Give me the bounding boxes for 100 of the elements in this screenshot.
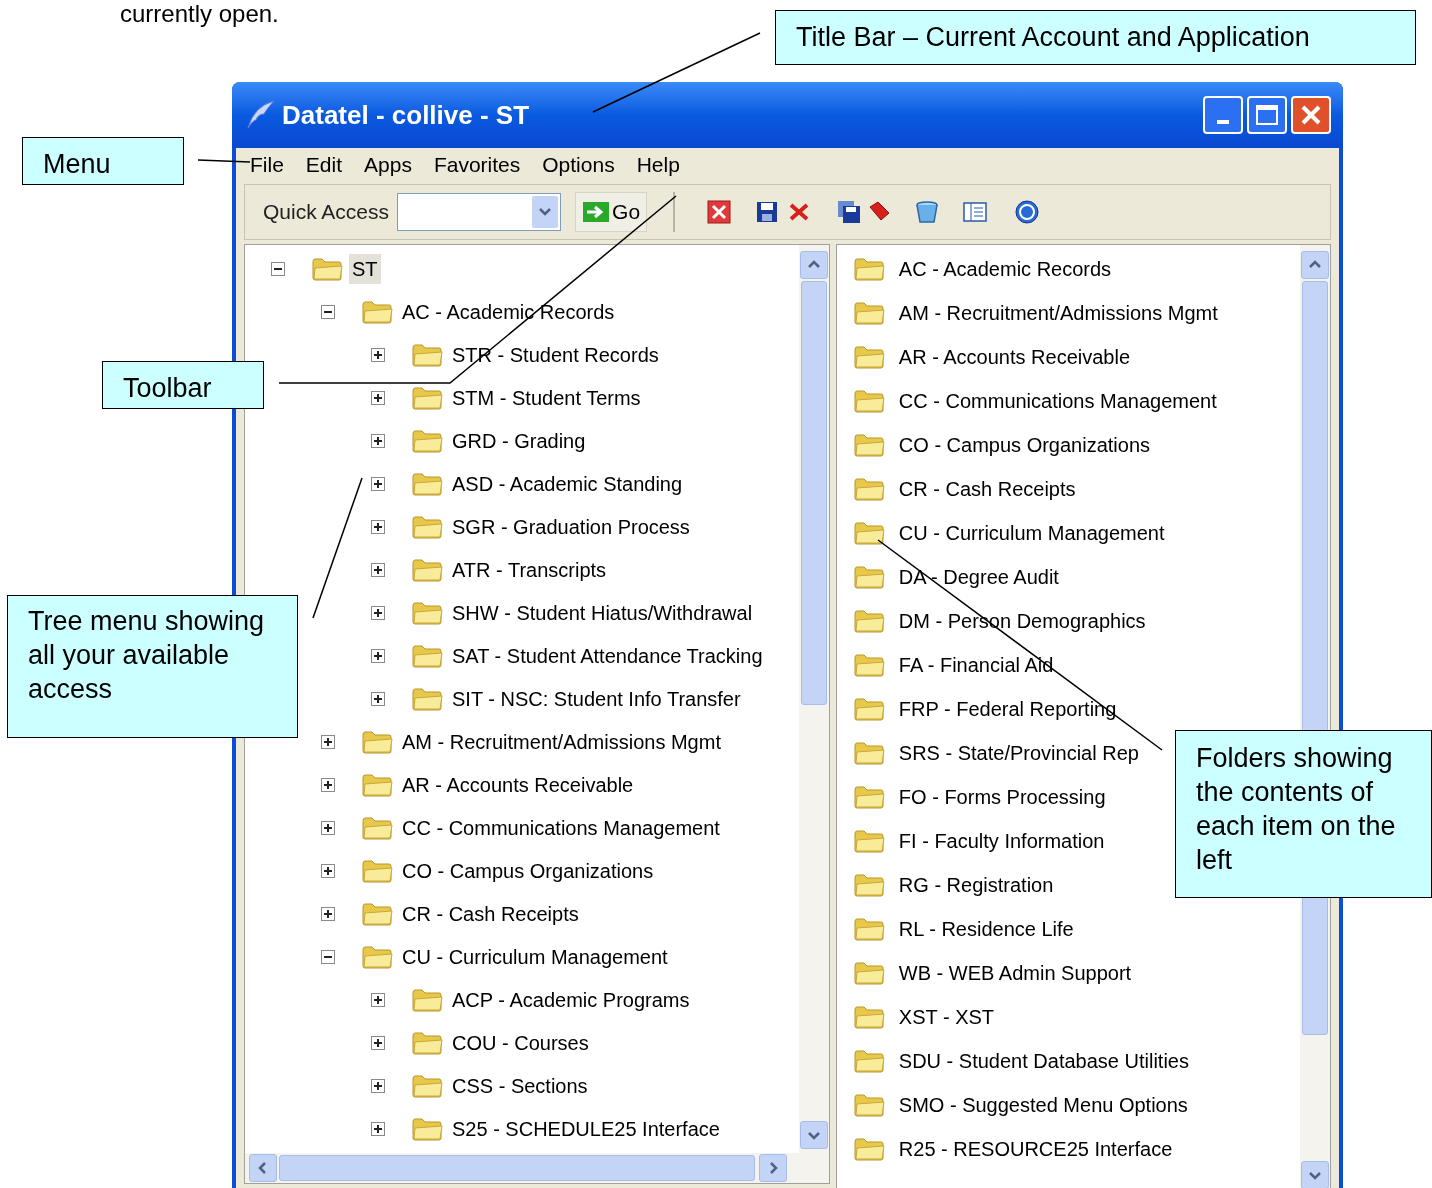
folder-item[interactable]: R25 - RESOURCE25 Interface xyxy=(898,1134,1173,1164)
folder-item[interactable]: DA - Degree Audit xyxy=(898,562,1059,592)
go-button[interactable]: Go xyxy=(575,192,648,232)
folder-item[interactable]: SRS - State/Provincial Rep xyxy=(898,738,1139,768)
folder-icon xyxy=(852,257,885,281)
folder-icon xyxy=(852,1137,885,1161)
quick-access-combo[interactable] xyxy=(397,193,562,231)
folder-item[interactable]: FI - Faculty Information xyxy=(898,826,1105,856)
callout-tooltip: Folders showing the contents of each item on the left xyxy=(1175,730,1432,898)
folder-icon xyxy=(411,987,443,1012)
expand-toggle[interactable] xyxy=(371,1121,385,1136)
tree-item[interactable]: GRD - Grading xyxy=(449,425,589,456)
collapse-toggle[interactable] xyxy=(321,949,335,964)
folder-item[interactable]: AC - Academic Records xyxy=(898,254,1112,284)
menu-item[interactable]: Edit xyxy=(305,149,343,181)
tree-item[interactable]: CO - Campus Organizations xyxy=(399,855,657,886)
tree-item[interactable]: COU - Courses xyxy=(449,1027,592,1058)
folder-item[interactable]: CU - Curriculum Management xyxy=(898,518,1165,548)
expand-toggle[interactable] xyxy=(321,777,335,792)
menu-item[interactable]: Help xyxy=(636,149,680,181)
tree-item[interactable]: ATR - Transcripts xyxy=(449,554,610,585)
folder-item[interactable]: XST - XST xyxy=(898,1002,995,1032)
menu-item[interactable]: Favorites xyxy=(433,149,521,181)
tree-item[interactable]: AM - Recruitment/Admissions Mgmt xyxy=(399,726,724,757)
folder-icon xyxy=(852,609,885,633)
folder-item[interactable]: FA - Financial Aid xyxy=(898,650,1054,680)
expand-toggle[interactable] xyxy=(321,820,335,835)
folder-icon xyxy=(411,1073,443,1098)
tree-item[interactable]: CR - Cash Receipts xyxy=(399,898,582,929)
help-icon[interactable] xyxy=(1013,198,1042,226)
close-box-icon[interactable] xyxy=(705,198,734,226)
folder-icon xyxy=(411,643,443,668)
callout-tooltip: Tree menu showing all your available access xyxy=(7,595,298,738)
menu-item[interactable]: Apps xyxy=(364,149,412,181)
collapse-toggle[interactable] xyxy=(321,304,335,319)
folder-item[interactable]: SDU - Student Database Utilities xyxy=(898,1046,1189,1076)
folder-icon xyxy=(411,385,443,410)
folder-item[interactable]: AR - Accounts Receivable xyxy=(898,342,1131,372)
menu-item[interactable]: File xyxy=(250,149,284,181)
folder-item[interactable]: RL - Residence Life xyxy=(898,914,1074,944)
expand-toggle[interactable] xyxy=(321,863,335,878)
body-text: currently open. xyxy=(120,0,279,28)
tree-item[interactable]: ASD - Academic Standing xyxy=(449,468,686,499)
expand-toggle[interactable] xyxy=(371,1078,385,1093)
tree-item[interactable]: SHW - Student Hiatus/Withdrawal xyxy=(449,597,756,628)
folder-item[interactable]: SMO - Suggested Menu Options xyxy=(898,1090,1188,1120)
folder-icon xyxy=(852,1093,885,1117)
tree-item[interactable]: CU - Curriculum Management xyxy=(399,941,671,972)
folder-icon xyxy=(852,741,885,765)
callout-tooltip: Menu xyxy=(22,137,184,185)
maximize-button[interactable] xyxy=(1247,96,1287,134)
tree-item[interactable]: SGR - Graduation Process xyxy=(449,511,693,542)
expand-toggle[interactable] xyxy=(371,519,385,534)
expand-toggle[interactable] xyxy=(371,562,385,577)
expand-toggle[interactable] xyxy=(321,734,335,749)
folder-item[interactable]: FO - Forms Processing xyxy=(898,782,1106,812)
tree-item[interactable]: S25 - SCHEDULE25 Interface xyxy=(449,1113,723,1144)
collapse-toggle[interactable] xyxy=(271,261,285,276)
folder-icon xyxy=(361,729,393,754)
tree-item[interactable]: CC - Communications Management xyxy=(399,812,723,843)
expand-toggle[interactable] xyxy=(371,992,385,1007)
tree-item[interactable]: ST xyxy=(349,253,381,284)
expand-toggle[interactable] xyxy=(371,476,385,491)
tree-item[interactable]: SIT - NSC: Student Info Transfer xyxy=(449,683,744,714)
folder-icon xyxy=(852,785,885,809)
scroll-down-button[interactable] xyxy=(799,1121,828,1149)
scroll-up-button[interactable] xyxy=(799,251,828,279)
folder-item[interactable]: CO - Campus Organizations xyxy=(898,430,1151,460)
scroll-down-button[interactable] xyxy=(1301,1161,1329,1188)
expand-toggle[interactable] xyxy=(371,605,385,620)
folder-item[interactable]: WB - WEB Admin Support xyxy=(898,958,1132,988)
scroll-thumb[interactable] xyxy=(279,1155,755,1181)
folder-icon xyxy=(852,1049,885,1073)
expand-toggle[interactable] xyxy=(371,390,385,405)
tree-item[interactable]: STM - Student Terms xyxy=(449,382,644,413)
folder-icon xyxy=(361,299,393,324)
minimize-button[interactable] xyxy=(1203,96,1243,134)
tree-item[interactable]: ACP - Academic Programs xyxy=(449,984,693,1015)
tree-item[interactable]: CSS - Sections xyxy=(449,1070,591,1101)
close-button[interactable] xyxy=(1291,96,1331,134)
menu-item[interactable]: Options xyxy=(542,149,615,181)
scroll-thumb[interactable] xyxy=(800,281,827,705)
folder-item[interactable]: RG - Registration xyxy=(898,870,1054,900)
tree-item[interactable]: AC - Academic Records xyxy=(399,296,618,327)
scroll-right-button[interactable] xyxy=(759,1154,787,1182)
folder-icon xyxy=(852,697,885,721)
expand-toggle[interactable] xyxy=(371,648,385,663)
folder-item[interactable]: CC - Communications Management xyxy=(898,386,1217,416)
tree-item[interactable]: SAT - Student Attendance Tracking xyxy=(449,640,766,671)
expand-toggle[interactable] xyxy=(321,906,335,921)
tree-item[interactable]: AR - Accounts Receivable xyxy=(399,769,637,800)
folder-item[interactable]: AM - Recruitment/Admissions Mgmt xyxy=(898,298,1218,328)
folder-item[interactable]: CR - Cash Receipts xyxy=(898,474,1076,504)
scroll-left-button[interactable] xyxy=(249,1154,277,1182)
scroll-up-button[interactable] xyxy=(1301,251,1329,279)
expand-toggle[interactable] xyxy=(371,691,385,706)
folder-icon xyxy=(852,477,885,501)
expand-toggle[interactable] xyxy=(371,433,385,448)
expand-toggle[interactable] xyxy=(371,1035,385,1050)
expand-toggle[interactable] xyxy=(371,347,385,362)
